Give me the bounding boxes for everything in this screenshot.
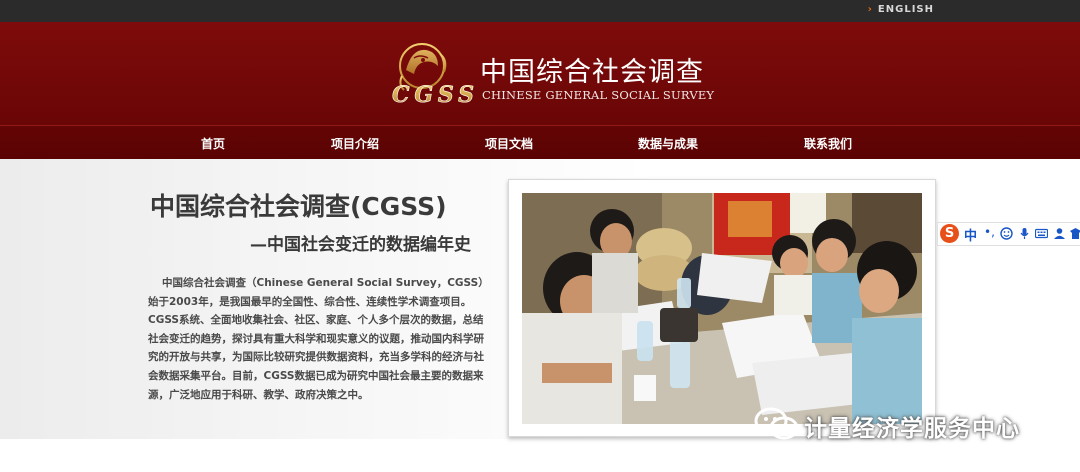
skin-icon[interactable] <box>1069 227 1080 240</box>
site-title-cn: 中国综合社会调查 <box>480 57 704 88</box>
logo-mark-text: CGSS <box>392 82 474 106</box>
hero-title: 中国综合社会调查(CGSS) <box>150 192 447 221</box>
survey-photo <box>522 193 922 424</box>
sogou-logo-icon[interactable]: S <box>940 224 959 243</box>
hero-description: 中国综合社会调查（Chinese General Social Survey，C… <box>148 277 489 401</box>
nav-item-documents[interactable]: 项目文档 <box>485 135 533 152</box>
site-header: CGSS 中国综合社会调查 CHINESE GENERAL SOCIAL SUR… <box>0 22 1080 125</box>
keyboard-icon[interactable] <box>1035 227 1048 240</box>
main-nav: 首页 项目介绍 项目文档 数据与成果 联系我们 <box>0 125 1080 160</box>
watermark-text: 计量经济学服务中心 <box>804 416 1020 442</box>
emoji-icon[interactable] <box>1000 227 1013 240</box>
chevron-right-icon: › <box>867 4 873 15</box>
english-link[interactable]: › ENGLISH <box>868 4 934 15</box>
microphone-icon[interactable] <box>1018 227 1031 240</box>
ime-toolbar: S 中 •, <box>937 222 1080 246</box>
nav-item-home[interactable]: 首页 <box>201 135 225 152</box>
nav-item-data-results[interactable]: 数据与成果 <box>638 135 698 152</box>
site-logo[interactable]: CGSS 中国综合社会调查 CHINESE GENERAL SOCIAL SUR… <box>392 38 722 114</box>
nav-item-contact[interactable]: 联系我们 <box>804 135 852 152</box>
user-icon[interactable] <box>1053 227 1066 240</box>
hero-section: 中国综合社会调查(CGSS) —中国社会变迁的数据编年史 中国综合社会调查（Ch… <box>0 159 1080 439</box>
hero-photo-frame <box>508 179 936 437</box>
site-title-en: CHINESE GENERAL SOCIAL SURVEY <box>482 88 715 102</box>
nav-item-about[interactable]: 项目介绍 <box>331 135 379 152</box>
ime-punctuation-toggle[interactable]: •, <box>984 225 995 239</box>
hero-subtitle: —中国社会变迁的数据编年史 <box>250 235 471 255</box>
survey-photo-image <box>522 193 922 424</box>
english-link-label: ENGLISH <box>877 4 934 15</box>
wechat-icon <box>754 407 799 440</box>
top-bar: › ENGLISH <box>0 0 1080 22</box>
ime-mode-toggle[interactable]: 中 <box>964 225 977 244</box>
cgss-emblem-icon: CGSS <box>392 43 474 106</box>
